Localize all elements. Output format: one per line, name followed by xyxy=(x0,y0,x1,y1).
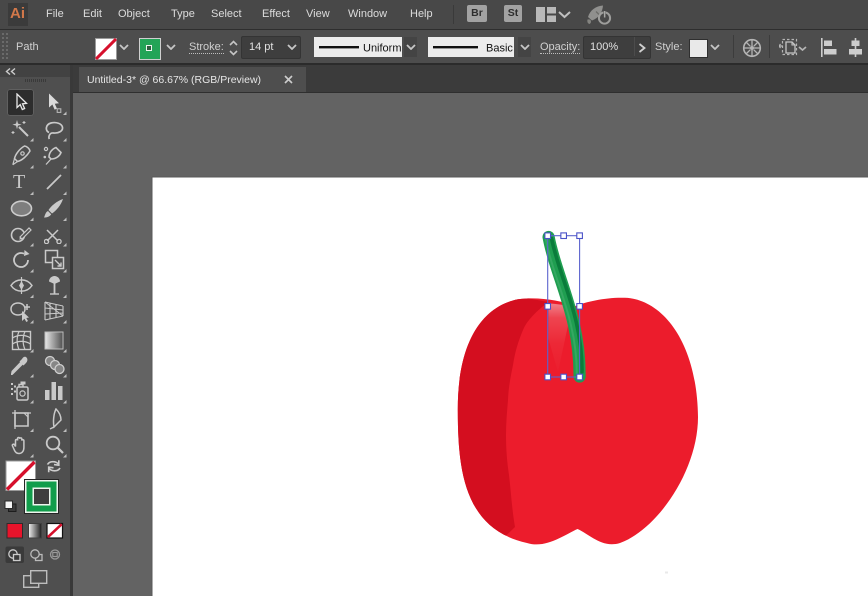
svg-text:Uniform: Uniform xyxy=(363,43,402,55)
svg-text:Basic: Basic xyxy=(486,43,513,55)
